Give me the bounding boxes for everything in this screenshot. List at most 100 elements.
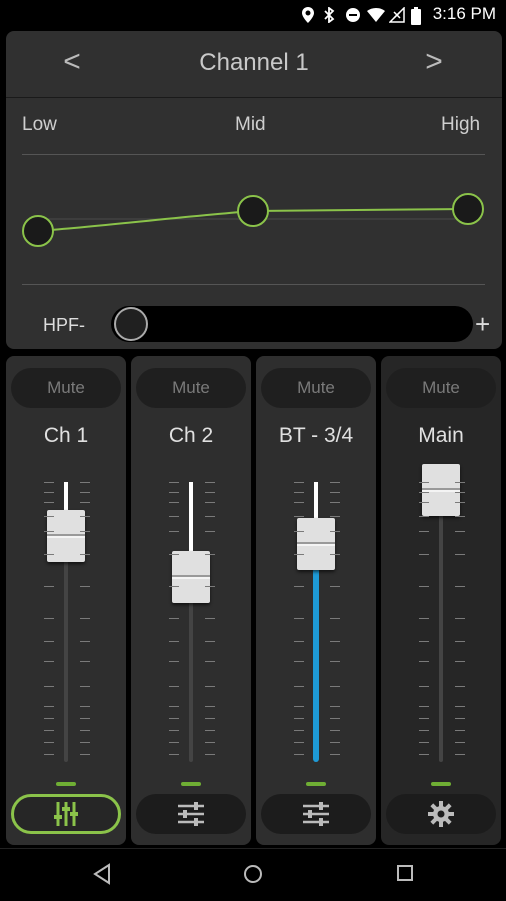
fader-tick <box>294 718 304 719</box>
fader-tick <box>169 686 179 687</box>
mute-button[interactable]: Mute <box>11 368 121 408</box>
back-icon[interactable] <box>92 863 112 885</box>
fader-tick <box>419 718 429 719</box>
fader-tick <box>169 742 179 743</box>
fader-tick <box>205 686 215 687</box>
eq-panel: < Channel 1 > Low Mid High HPF- + <box>6 31 502 349</box>
channel-strip-ch2: Mute Ch 2 <box>131 356 251 845</box>
fader-tick <box>455 742 465 743</box>
fader-tick <box>455 618 465 619</box>
fader-tick <box>330 754 340 755</box>
home-icon[interactable] <box>242 863 264 885</box>
do-not-disturb-icon <box>345 7 360 22</box>
fader-knob[interactable] <box>422 464 460 516</box>
status-bar: 3:16 PM <box>0 0 506 28</box>
fader-tick <box>419 618 429 619</box>
fader-tick <box>169 492 179 493</box>
mute-button[interactable]: Mute <box>386 368 496 408</box>
fader-tick <box>169 730 179 731</box>
fader-tick <box>419 586 429 587</box>
fader-tick <box>330 618 340 619</box>
fader-tick <box>330 661 340 662</box>
fader-tick <box>294 492 304 493</box>
fader-tick <box>294 554 304 555</box>
fader-tick <box>205 554 215 555</box>
fader-tick <box>294 586 304 587</box>
fader-tick <box>294 754 304 755</box>
fader-tick <box>205 492 215 493</box>
fader-tick <box>419 730 429 731</box>
fader-tick <box>44 502 54 503</box>
fader-tick <box>169 586 179 587</box>
fader-tick <box>44 754 54 755</box>
mixer-sliders-icon <box>54 802 78 826</box>
fader-tick <box>419 641 429 642</box>
fader-tick <box>455 686 465 687</box>
fader-tick <box>44 706 54 707</box>
fader-tick <box>455 661 465 662</box>
fader-tick <box>294 531 304 532</box>
fader-tick <box>80 641 90 642</box>
fader-knob[interactable] <box>297 518 335 570</box>
fader-tick <box>80 730 90 731</box>
fader-tick <box>455 730 465 731</box>
fader-tick <box>80 618 90 619</box>
fader-tick <box>455 502 465 503</box>
fader-tick <box>169 482 179 483</box>
signal-led <box>181 782 201 786</box>
fader-tick <box>80 554 90 555</box>
fader-tick <box>80 661 90 662</box>
fader-tick <box>169 754 179 755</box>
fader-tick <box>44 641 54 642</box>
fader-tick <box>455 641 465 642</box>
fader-tick <box>44 516 54 517</box>
fader-tick <box>205 586 215 587</box>
signal-led <box>306 782 326 786</box>
fader-tick <box>80 492 90 493</box>
fader-tick <box>294 482 304 483</box>
fader-tick <box>294 618 304 619</box>
fader-track[interactable] <box>439 482 443 762</box>
fader-tick <box>80 531 90 532</box>
hpf-slider-track[interactable] <box>111 306 473 342</box>
eq-curve <box>22 193 484 247</box>
fader-tick <box>80 742 90 743</box>
fader-tick <box>169 718 179 719</box>
status-time: 3:16 PM <box>432 4 496 23</box>
hpf-plus-button[interactable]: + <box>475 309 490 340</box>
settings-button[interactable] <box>386 794 496 834</box>
eq-high-handle[interactable] <box>452 193 484 225</box>
fader-tick <box>205 531 215 532</box>
fader-tick <box>44 482 54 483</box>
fader-tick <box>80 482 90 483</box>
fader-knob[interactable] <box>172 551 210 603</box>
eq-mid-handle[interactable] <box>237 195 269 227</box>
wifi-icon <box>366 7 385 22</box>
fader-tick <box>169 706 179 707</box>
fader-tick <box>330 586 340 587</box>
mute-button[interactable]: Mute <box>261 368 371 408</box>
recents-icon[interactable] <box>396 863 414 883</box>
channel-settings-button[interactable] <box>11 794 121 834</box>
fader-tick <box>294 730 304 731</box>
channel-strip-ch1: Mute Ch 1 <box>6 356 126 845</box>
fader-tick <box>330 706 340 707</box>
fader-tick <box>169 641 179 642</box>
fader-tick <box>294 686 304 687</box>
fader-tick <box>330 482 340 483</box>
fader-tick <box>80 718 90 719</box>
fader-tick <box>80 754 90 755</box>
fader-tick <box>80 686 90 687</box>
fader-tick <box>44 742 54 743</box>
eq-low-handle[interactable] <box>22 215 54 247</box>
strip-name: Main <box>418 424 464 447</box>
hpf-slider-knob[interactable] <box>114 307 148 341</box>
fader-tick <box>44 661 54 662</box>
fader-tick <box>169 618 179 619</box>
battery-icon <box>410 7 425 25</box>
channel-settings-button[interactable] <box>136 794 246 834</box>
mute-button[interactable]: Mute <box>136 368 246 408</box>
strip-name: Ch 2 <box>168 424 214 447</box>
channel-strip-main: Mute Main <box>381 356 501 845</box>
channel-settings-button[interactable] <box>261 794 371 834</box>
